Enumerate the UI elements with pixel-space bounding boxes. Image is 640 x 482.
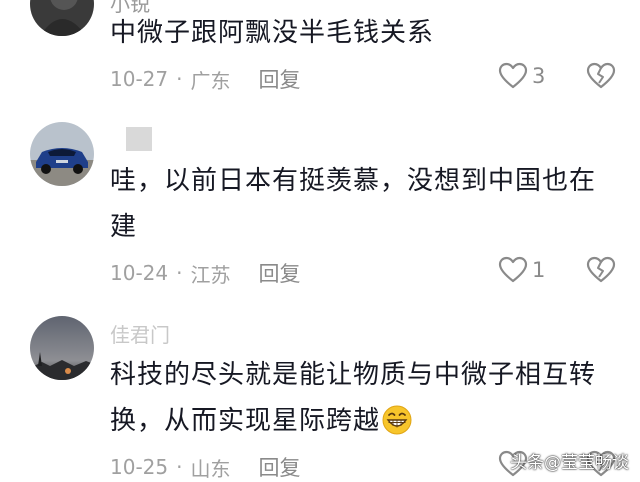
comment-text: 中微子跟阿飘没半毛钱关系 <box>110 18 435 48</box>
avatar[interactable] <box>30 316 94 380</box>
grinning-face-emoji-icon <box>382 404 412 450</box>
comment-location: 广东 <box>190 68 231 93</box>
separator-dot: · <box>176 67 183 91</box>
comment-meta: 10-27 · 广东 回复 <box>110 64 300 94</box>
comment-meta: 10-24 · 江苏 回复 <box>110 258 300 288</box>
separator-dot: · <box>176 455 183 479</box>
dislike-button[interactable] <box>586 256 616 288</box>
like-count: 3 <box>532 64 546 88</box>
reply-button[interactable]: 回复 <box>258 64 300 94</box>
reply-button[interactable]: 回复 <box>258 258 300 288</box>
avatar[interactable] <box>30 0 94 36</box>
broken-heart-icon <box>586 62 616 89</box>
comment-date: 10-27 <box>110 67 169 91</box>
comment-location: 江苏 <box>190 262 231 287</box>
comment-text: 哇，以前日本有挺羡慕，没想到中国也在建 <box>110 166 597 242</box>
username-redacted <box>126 127 152 151</box>
reply-button[interactable]: 回复 <box>258 452 300 482</box>
like-button[interactable]: 1 <box>498 256 545 284</box>
avatar[interactable] <box>30 122 94 186</box>
comment-meta: 10-25 · 山东 回复 <box>110 452 300 482</box>
comment-date: 10-25 <box>110 455 169 479</box>
comment-text: 科技的尽头就是能让物质与中微子相互转换，从而实现星际跨越 <box>110 352 615 450</box>
heart-icon <box>498 62 528 89</box>
heart-icon <box>498 256 528 283</box>
comment-date: 10-24 <box>110 261 169 285</box>
like-count: 1 <box>532 258 546 282</box>
comment-location: 山东 <box>190 456 231 481</box>
dislike-button[interactable] <box>586 62 616 94</box>
watermark: 头条@莹莹畅谈 <box>510 453 629 473</box>
comment-text-content: 科技的尽头就是能让物质与中微子相互转换，从而实现星际跨越 <box>110 360 597 436</box>
broken-heart-icon <box>586 256 616 283</box>
comment-username[interactable]: 佳君门 <box>110 319 170 348</box>
like-button[interactable]: 3 <box>498 62 545 90</box>
separator-dot: · <box>176 261 183 285</box>
